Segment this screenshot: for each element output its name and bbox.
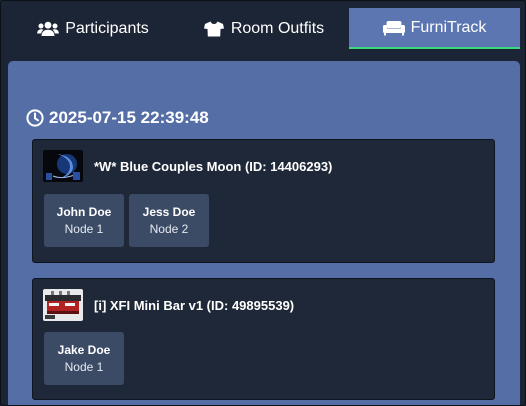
furni-card: [i] XFI Mini Bar v1 (ID: 49895539) Jake … [32,278,495,400]
furni-title: [i] XFI Mini Bar v1 (ID: 49895539) [94,297,295,313]
tab-label: Participants [65,19,149,37]
tab-label: FurniTrack [410,18,487,36]
participant-node: Node 1 [64,360,104,374]
furni-card-header: [i] XFI Mini Bar v1 (ID: 49895539) [43,288,294,322]
participant-chip[interactable]: Jake Doe Node 1 [44,332,124,385]
participant-node: Node 2 [149,222,189,236]
tab-furnitrack[interactable]: FurniTrack [349,8,520,49]
clock-icon [26,109,44,127]
tab-bar: Participants Room Outfits FurniTrack [8,8,520,49]
tab-room-outfits[interactable]: Room Outfits [178,8,349,49]
participant-chip[interactable]: John Doe Node 1 [44,194,124,247]
timestamp-text: 2025-07-15 22:39:48 [49,108,209,127]
furni-card: *W* Blue Couples Moon (ID: 14406293) Joh… [32,139,495,263]
participant-name: Jake Doe [57,343,111,357]
furni-title: *W* Blue Couples Moon (ID: 14406293) [94,158,333,174]
participant-node: Node 1 [64,222,104,236]
furni-thumbnail [43,150,83,182]
participant-list: John Doe Node 1 Jess Doe Node 2 [44,194,209,247]
couch-icon [382,19,405,37]
participant-name: John Doe [56,205,112,219]
furni-thumbnail [43,289,83,321]
participant-chip[interactable]: Jess Doe Node 2 [129,194,209,247]
app-frame: Participants Room Outfits FurniTrack 202… [0,0,526,406]
shirt-icon [203,20,225,38]
participant-name: Jess Doe [142,205,196,219]
furni-card-header: *W* Blue Couples Moon (ID: 14406293) [43,149,332,183]
timestamp-heading: 2025-07-15 22:39:48 [26,107,209,129]
tab-participants[interactable]: Participants [8,8,178,49]
users-icon [37,20,60,38]
participant-list: Jake Doe Node 1 [44,332,124,385]
tab-label: Room Outfits [230,19,325,37]
